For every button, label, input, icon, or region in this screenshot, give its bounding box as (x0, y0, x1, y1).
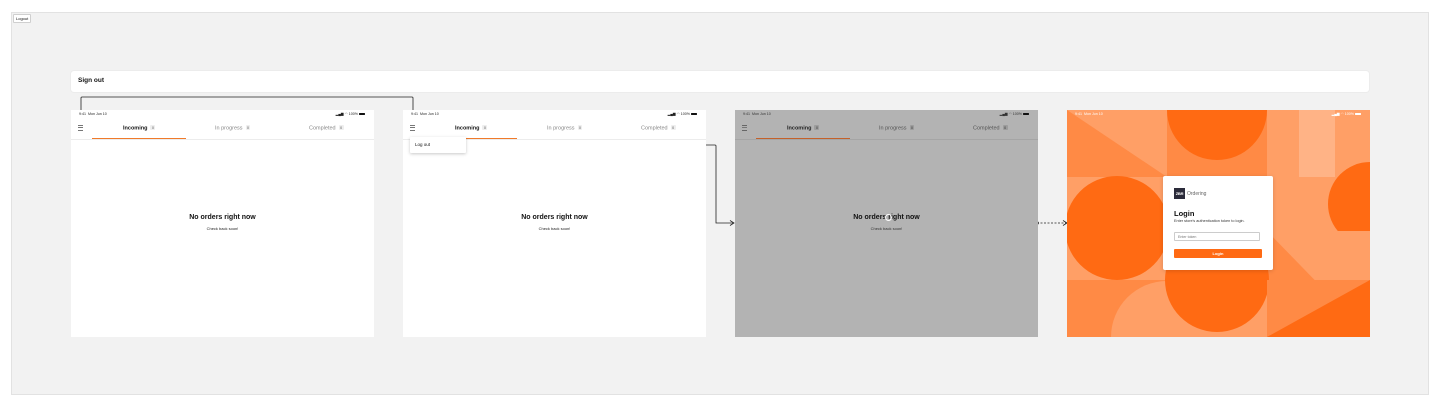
tab-completed[interactable]: Completed 0 (309, 125, 344, 132)
status-bar: 9:41 Mon Jun 10 ▂▄▆ ◠ 100% (71, 110, 374, 118)
tab-label: Incoming (123, 125, 148, 132)
tab-label: Incoming (455, 125, 480, 132)
tab-count: 0 (670, 125, 676, 130)
empty-state-subtitle: Check back soon! (870, 226, 903, 231)
tab-completed[interactable]: Completed 0 (973, 125, 1008, 132)
status-battery: 100% (348, 112, 358, 116)
tab-label: In progress (879, 125, 907, 132)
battery-icon (1023, 112, 1029, 116)
tab-completed[interactable]: Completed 0 (641, 125, 676, 132)
status-time: 9:41 (743, 112, 750, 116)
hamburger-menu-icon[interactable] (78, 125, 83, 131)
login-card: ZBR Ordering Login Enter store's authent… (1163, 176, 1273, 270)
tab-count: 0 (909, 125, 915, 130)
screen-login: 9:41 Mon Jun 10 ▂▄▆ ◠ 100% ZBR Ordering … (1067, 110, 1370, 337)
status-time: 9:41 (79, 112, 86, 116)
screen-logging-out: 9:41 Mon Jun 10 ▂▄▆ ◠ 100% Incoming 0 In … (735, 110, 1038, 337)
status-battery: 100% (1344, 112, 1354, 116)
tab-label: Completed (309, 125, 336, 132)
signal-icon: ▂▄▆ (999, 112, 1008, 116)
tab-divider (71, 139, 374, 140)
token-input[interactable] (1174, 232, 1260, 241)
screen-menu-open: 9:41 Mon Jun 10 ▂▄▆ ◠ 100% Incoming 0 In … (403, 110, 706, 337)
tab-label: In progress (215, 125, 243, 132)
wifi-icon: ◠ (1340, 112, 1344, 116)
tab-divider (735, 139, 1038, 140)
status-date: Mon Jun 10 (420, 112, 439, 116)
empty-state-subtitle: Check back soon! (206, 226, 239, 231)
tab-count: 0 (482, 125, 488, 130)
status-time: 9:41 (411, 112, 418, 116)
empty-state-title: No orders right now (189, 214, 256, 221)
signal-icon: ▂▄▆ (667, 112, 676, 116)
brand-name: Ordering (1187, 191, 1207, 197)
tab-label: Completed (641, 125, 668, 132)
tab-count: 0 (245, 125, 251, 130)
status-battery: 100% (680, 112, 690, 116)
menu-dropdown: Log out (410, 137, 466, 153)
hamburger-menu-icon[interactable] (742, 125, 747, 131)
tab-count: 0 (338, 125, 344, 130)
tab-count: 0 (1002, 125, 1008, 130)
tab-incoming[interactable]: Incoming 0 (787, 125, 820, 132)
status-battery: 100% (1012, 112, 1022, 116)
tab-label: In progress (547, 125, 575, 132)
tab-incoming[interactable]: Incoming 0 (123, 125, 156, 132)
empty-state-subtitle: Check back soon! (538, 226, 571, 231)
screen-orders-empty: 9:41 Mon Jun 10 ▂▄▆ ◠ 100% Incoming 0 In … (71, 110, 374, 337)
wifi-icon: ◠ (676, 112, 680, 116)
brand-logo: ZBR (1174, 188, 1185, 199)
signal-icon: ▂▄▆ (1331, 112, 1340, 116)
logout-menu-item[interactable]: Log out (415, 142, 430, 147)
signal-icon: ▂▄▆ (335, 112, 344, 116)
status-date: Mon Jun 10 (1084, 112, 1103, 116)
tab-label: Completed (973, 125, 1000, 132)
login-subtitle: Enter store's authentication token to lo… (1174, 219, 1245, 223)
status-date: Mon Jun 10 (88, 112, 107, 116)
status-bar: 9:41 Mon Jun 10 ▂▄▆ ◠ 100% (403, 110, 706, 118)
status-bar: 9:41 Mon Jun 10 ▂▄▆ ◠ 100% (735, 110, 1038, 118)
tab-count: 0 (577, 125, 583, 130)
tab-in-progress[interactable]: In progress 0 (547, 125, 583, 132)
hamburger-menu-icon[interactable] (410, 125, 415, 131)
tab-incoming[interactable]: Incoming 0 (455, 125, 488, 132)
wifi-icon: ◠ (344, 112, 348, 116)
battery-icon (1355, 112, 1361, 116)
status-date: Mon Jun 10 (752, 112, 771, 116)
loading-spinner-icon (885, 214, 892, 221)
battery-icon (691, 112, 697, 116)
tab-label: Incoming (787, 125, 812, 132)
wifi-icon: ◠ (1008, 112, 1012, 116)
login-button[interactable]: Login (1174, 249, 1262, 258)
status-bar: 9:41 Mon Jun 10 ▂▄▆ ◠ 100% (1067, 110, 1370, 118)
tab-count: 0 (150, 125, 156, 130)
battery-icon (359, 112, 365, 116)
login-title: Login (1174, 209, 1195, 218)
empty-state-title: No orders right now (521, 214, 588, 221)
status-time: 9:41 (1075, 112, 1082, 116)
tab-in-progress[interactable]: In progress 0 (879, 125, 915, 132)
tab-count: 0 (814, 125, 820, 130)
tab-in-progress[interactable]: In progress 0 (215, 125, 251, 132)
